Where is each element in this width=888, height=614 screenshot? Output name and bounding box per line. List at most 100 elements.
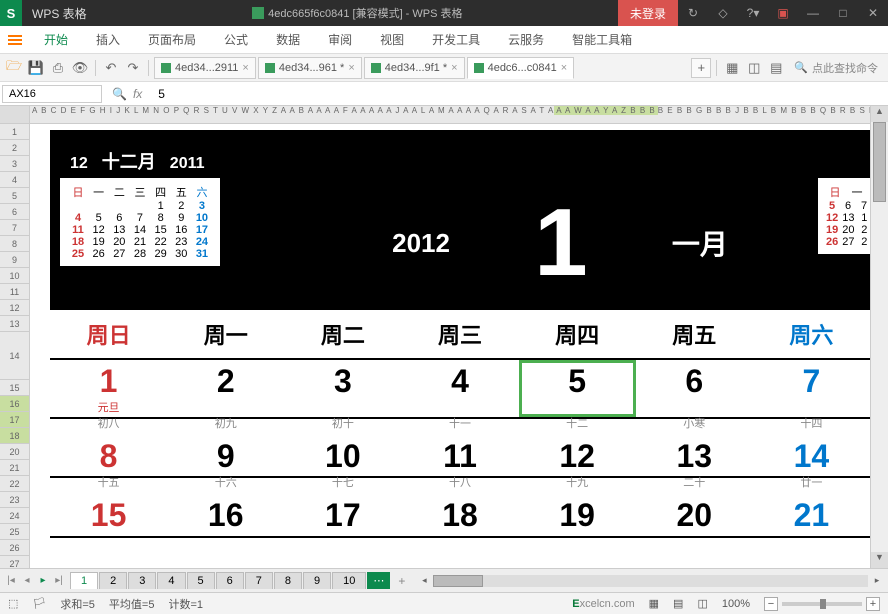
scroll-track[interactable] bbox=[871, 122, 888, 552]
day-cell-21[interactable]: 21 bbox=[753, 494, 870, 535]
new-tab-button[interactable]: + bbox=[691, 58, 711, 78]
menu-智能工具箱[interactable]: 智能工具箱 bbox=[558, 26, 646, 54]
menu-开始[interactable]: 开始 bbox=[30, 26, 82, 54]
undo-icon[interactable]: ↶ bbox=[101, 58, 121, 78]
close-button[interactable]: ✕ bbox=[858, 0, 888, 26]
maximize-button[interactable]: □ bbox=[828, 0, 858, 26]
day-cell-19[interactable]: 19 bbox=[519, 494, 636, 535]
row-header[interactable]: 25 bbox=[0, 524, 29, 540]
next-sheet-button[interactable]: ▸ bbox=[36, 575, 50, 586]
scroll-up-button[interactable]: ▲ bbox=[871, 106, 888, 122]
row-header[interactable]: 21 bbox=[0, 460, 29, 476]
day-cell-10[interactable]: 10十七 bbox=[284, 435, 401, 476]
day-cell-11[interactable]: 11十八 bbox=[401, 435, 518, 476]
file-tab[interactable]: 4edc6...c0841× bbox=[467, 57, 575, 79]
search-fn-icon[interactable]: 🔍 bbox=[112, 87, 127, 101]
row-header[interactable]: 22 bbox=[0, 476, 29, 492]
grid-icon[interactable]: ▦ bbox=[722, 58, 742, 78]
menu-数据[interactable]: 数据 bbox=[262, 26, 314, 54]
first-sheet-button[interactable]: |◂ bbox=[4, 575, 18, 586]
close-tab-icon[interactable]: × bbox=[561, 62, 567, 74]
add-sheet-button[interactable]: + bbox=[390, 572, 413, 590]
open-icon[interactable]: 🗁 bbox=[4, 58, 24, 78]
help-icon[interactable]: ?▾ bbox=[738, 0, 768, 26]
menu-云服务[interactable]: 云服务 bbox=[494, 26, 558, 54]
day-cell-7[interactable]: 7十四 bbox=[753, 360, 870, 417]
menu-页面布局[interactable]: 页面布局 bbox=[134, 26, 210, 54]
row-header[interactable]: 12 bbox=[0, 300, 29, 316]
panel-icon[interactable]: ▤ bbox=[766, 58, 786, 78]
row-header[interactable]: 18 bbox=[0, 428, 29, 444]
row-header[interactable]: 5 bbox=[0, 188, 29, 204]
hamburger-button[interactable] bbox=[0, 26, 30, 54]
row-header[interactable]: 4 bbox=[0, 172, 29, 188]
zoom-in-button[interactable]: + bbox=[866, 597, 880, 611]
formula-value[interactable]: 5 bbox=[150, 87, 173, 101]
cloud-icon[interactable]: ◇ bbox=[708, 0, 738, 26]
day-cell-14[interactable]: 14廿一 bbox=[753, 435, 870, 476]
row-header[interactable]: 23 bbox=[0, 492, 29, 508]
day-cell-8[interactable]: 8十五 bbox=[50, 435, 167, 476]
scroll-right-button[interactable]: ▸ bbox=[870, 575, 884, 586]
preview-icon[interactable]: 👁 bbox=[70, 58, 90, 78]
menu-公式[interactable]: 公式 bbox=[210, 26, 262, 54]
day-cell-13[interactable]: 13二十 bbox=[636, 435, 753, 476]
day-cell-15[interactable]: 15 bbox=[50, 494, 167, 535]
row-header[interactable]: 27 bbox=[0, 556, 29, 568]
save-icon[interactable]: 💾 bbox=[26, 58, 46, 78]
sheet-tab-5[interactable]: 5 bbox=[187, 572, 215, 589]
menu-开发工具[interactable]: 开发工具 bbox=[418, 26, 494, 54]
sheet-tab-2[interactable]: 2 bbox=[99, 572, 127, 589]
row-header[interactable]: 6 bbox=[0, 204, 29, 220]
menu-视图[interactable]: 视图 bbox=[366, 26, 418, 54]
close-tab-icon[interactable]: × bbox=[242, 62, 248, 74]
file-tab[interactable]: 4ed34...2911× bbox=[154, 57, 256, 79]
hscroll-thumb[interactable] bbox=[433, 575, 483, 587]
zoom-out-button[interactable]: − bbox=[764, 597, 778, 611]
row-header[interactable]: 7 bbox=[0, 220, 29, 236]
day-cell-18[interactable]: 18 bbox=[401, 494, 518, 535]
sync-icon[interactable]: ↻ bbox=[678, 0, 708, 26]
row-header[interactable]: 20 bbox=[0, 444, 29, 460]
view-custom-icon[interactable]: ◫ bbox=[697, 597, 707, 610]
scroll-down-button[interactable]: ▼ bbox=[871, 552, 888, 568]
sheet-body[interactable]: 12 十二月 2011 日一二三四五六123456789101112131415… bbox=[30, 124, 870, 568]
print-icon[interactable]: ⎙ bbox=[48, 58, 68, 78]
row-headers[interactable]: 1234567891011121314151617182021222324252… bbox=[0, 106, 30, 568]
file-tab[interactable]: 4ed34...961 *× bbox=[258, 57, 362, 79]
sheet-tab-9[interactable]: 9 bbox=[303, 572, 331, 589]
menu-审阅[interactable]: 审阅 bbox=[314, 26, 366, 54]
redo-icon[interactable]: ↷ bbox=[123, 58, 143, 78]
view-page-icon[interactable]: ▤ bbox=[673, 597, 683, 610]
day-cell-16[interactable]: 16 bbox=[167, 494, 284, 535]
minimize-button[interactable]: — bbox=[798, 0, 828, 26]
select-all-corner[interactable] bbox=[0, 106, 29, 124]
sheet-tab-7[interactable]: 7 bbox=[245, 572, 273, 589]
last-sheet-button[interactable]: ▸| bbox=[52, 575, 66, 586]
row-header[interactable]: 14 bbox=[0, 332, 29, 380]
row-header[interactable]: 3 bbox=[0, 156, 29, 172]
day-cell-17[interactable]: 17 bbox=[284, 494, 401, 535]
row-header[interactable]: 24 bbox=[0, 508, 29, 524]
file-tab[interactable]: 4ed34...9f1 *× bbox=[364, 57, 465, 79]
row-header[interactable]: 1 bbox=[0, 124, 29, 140]
row-header[interactable]: 11 bbox=[0, 284, 29, 300]
login-button[interactable]: 未登录 bbox=[618, 0, 678, 26]
row-header[interactable]: 13 bbox=[0, 316, 29, 332]
row-header[interactable]: 16 bbox=[0, 396, 29, 412]
sheet-tab-3[interactable]: 3 bbox=[128, 572, 156, 589]
row-header[interactable]: 10 bbox=[0, 268, 29, 284]
sheet-tab-6[interactable]: 6 bbox=[216, 572, 244, 589]
zoom-control[interactable]: − + bbox=[764, 597, 880, 611]
row-header[interactable]: 17 bbox=[0, 412, 29, 428]
fx-icon[interactable]: fx bbox=[133, 87, 142, 101]
close-tab-icon[interactable]: × bbox=[348, 62, 354, 74]
horizontal-scrollbar[interactable]: ◂ ▸ bbox=[413, 575, 888, 587]
name-box[interactable]: AX16 bbox=[2, 85, 102, 103]
row-header[interactable]: 15 bbox=[0, 380, 29, 396]
prev-sheet-button[interactable]: ◂ bbox=[20, 575, 34, 586]
day-cell-12[interactable]: 12十九 bbox=[519, 435, 636, 476]
row-header[interactable]: 26 bbox=[0, 540, 29, 556]
split-icon[interactable]: ◫ bbox=[744, 58, 764, 78]
column-headers[interactable]: A B C D E F G H I J K L M N O P Q R S T … bbox=[30, 106, 870, 124]
